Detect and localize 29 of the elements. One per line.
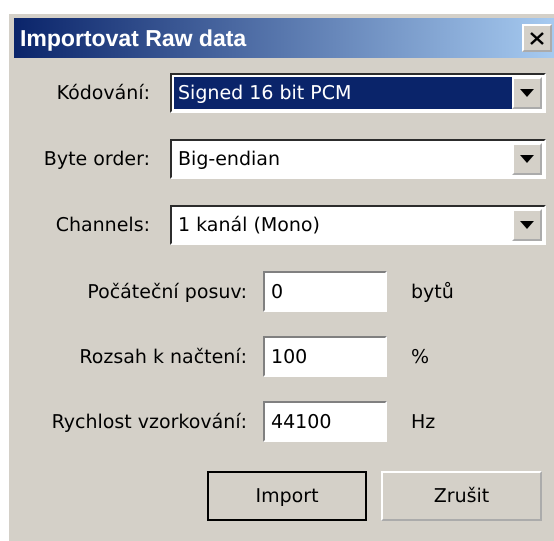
dialog-button[interactable]: Import: [207, 471, 367, 521]
caret-icon: [520, 221, 534, 229]
input-field[interactable]: 0: [263, 271, 387, 312]
dropdown-value: Signed 16 bit PCM: [174, 77, 512, 109]
field-label: Rychlost vzorkování:: [50, 410, 248, 432]
dropdown-value: 1 kanál (Mono): [177, 213, 321, 238]
dropdown[interactable]: 1 kanál (Mono): [170, 205, 546, 245]
unit-label: bytů: [411, 280, 454, 302]
dropdown-button[interactable]: [512, 77, 542, 109]
caret-icon: [520, 155, 534, 163]
dialog-button[interactable]: Zrušit: [381, 471, 542, 521]
dropdown-label: Byte order:: [42, 148, 151, 170]
input-field[interactable]: 100: [263, 336, 387, 377]
window-title: Importovat Raw data: [20, 24, 246, 52]
close-button[interactable]: [522, 24, 552, 52]
dropdown-button[interactable]: [512, 209, 542, 241]
dropdown-value: Big-endian: [177, 147, 281, 172]
input-field[interactable]: 44100: [263, 401, 387, 442]
field-label: Počáteční posuv:: [86, 280, 248, 302]
dropdown[interactable]: Signed 16 bit PCM: [170, 73, 546, 113]
field-label: Rozsah k načtení:: [78, 346, 248, 368]
dropdown-label: Channels:: [54, 214, 151, 236]
unit-label: Hz: [411, 410, 436, 432]
unit-label: %: [411, 346, 430, 368]
caret-icon: [520, 89, 534, 97]
dropdown-label: Kódování:: [56, 82, 151, 104]
dropdown-button[interactable]: [512, 143, 542, 175]
close-icon: [530, 32, 544, 44]
dropdown[interactable]: Big-endian: [170, 139, 546, 179]
